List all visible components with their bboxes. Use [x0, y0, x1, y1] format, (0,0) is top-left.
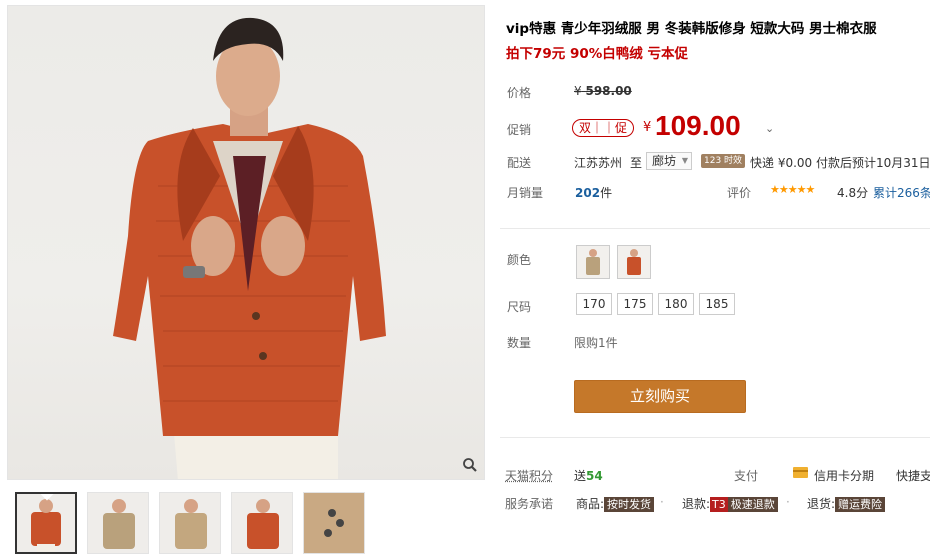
goods-promise: 商品: 按时发货 [576, 495, 655, 512]
thumbnail-2[interactable] [87, 492, 149, 554]
thumbnail-strip [15, 492, 365, 554]
magnifier-icon[interactable] [460, 455, 480, 475]
promo-currency: ¥ [643, 120, 652, 135]
color-option-orange[interactable] [617, 245, 651, 279]
price-label: 价格 [507, 86, 532, 100]
sales-unit: 件 [600, 186, 613, 200]
refund-tag[interactable]: 极速退款 [727, 497, 778, 512]
refund-label: 退款: [682, 497, 711, 511]
goods-tag[interactable]: 按时发货 [604, 497, 655, 512]
promo-tag: 双｜｜促 [572, 119, 635, 137]
return-tag[interactable]: 赠运费险 [835, 497, 886, 512]
monthly-sales: 202件 [575, 184, 612, 201]
thumbnail-4[interactable] [231, 492, 293, 554]
promo-price: 109.00 [655, 110, 741, 141]
model-photo [113, 17, 386, 479]
points-prefix: 送 [574, 469, 587, 483]
color-option-khaki[interactable] [576, 245, 610, 279]
shipping-label: 配送 [507, 156, 532, 170]
size-option-175[interactable]: 175 [617, 293, 653, 315]
delivery-speed-badge: 123 时效 [701, 154, 746, 168]
sales-count: 202 [575, 186, 601, 200]
separator-dot: · [660, 495, 664, 509]
quantity-label: 数量 [507, 336, 532, 350]
section-divider [500, 228, 930, 229]
credit-card-option[interactable]: 信用卡分期 [814, 467, 874, 484]
quick-pay-option[interactable]: 快捷支 [896, 467, 930, 484]
service-promise-label: 服务承诺 [505, 497, 554, 511]
points-value: 54 [586, 469, 603, 483]
thumbnail-3[interactable] [159, 492, 221, 554]
quantity-limit: 限购1件 [574, 336, 618, 350]
promo-label: 促销 [507, 123, 532, 137]
shipping-info: 快递 ¥0.00 付款后预计10月31日送 [750, 156, 930, 170]
color-label: 颜色 [507, 253, 532, 267]
thumbnail-1[interactable] [15, 492, 77, 554]
refund-promise: 退款: T3 极速退款 [682, 495, 778, 512]
destination-city-select[interactable]: 廊坊 ▼ [646, 152, 692, 170]
dropdown-arrow-icon: ▼ [681, 156, 688, 165]
chevron-down-icon[interactable]: ⌄ [765, 122, 774, 135]
rating-score: 4.8分 [837, 186, 869, 200]
return-promise: 退货: 赠运费险 [807, 495, 886, 512]
monthly-sales-label: 月销量 [507, 186, 544, 200]
product-subtitle: 拍下79元 90%白鸭绒 亏本促 [506, 46, 688, 62]
points-label: 天猫积分 [505, 469, 554, 483]
credit-card-icon [793, 467, 808, 478]
points-info: 送54 [574, 467, 603, 484]
product-title: vip特惠 青少年羽绒服 男 冬装韩版修身 短款大码 男士棉衣服 [506, 21, 877, 37]
currency-symbol: ¥ [574, 84, 582, 98]
size-option-185[interactable]: 185 [699, 293, 735, 315]
thumbnail-5[interactable] [303, 492, 365, 554]
buy-now-button[interactable]: 立刻购买 [574, 380, 746, 413]
shipping-to-word: 至 [630, 156, 643, 170]
destination-city: 廊坊 [652, 154, 677, 168]
size-option-170[interactable]: 170 [576, 293, 612, 315]
rating-stars: ★★★★★ [770, 183, 815, 196]
refund-badge: T3 [710, 497, 728, 512]
size-option-180[interactable]: 180 [658, 293, 694, 315]
section-divider-2 [500, 437, 930, 438]
rating-label: 评价 [727, 186, 752, 200]
original-price-value: 598.00 [585, 84, 632, 98]
goods-label: 商品: [576, 497, 605, 511]
size-label: 尺码 [507, 300, 532, 314]
original-price: ¥ 598.00 [574, 84, 632, 98]
pay-label: 支付 [734, 469, 759, 483]
shipping-from: 江苏苏州 [574, 156, 623, 170]
review-count-link[interactable]: 累计266条 [873, 184, 930, 201]
return-label: 退货: [807, 497, 836, 511]
separator-dot: · [786, 495, 790, 509]
main-product-image[interactable] [7, 5, 485, 480]
